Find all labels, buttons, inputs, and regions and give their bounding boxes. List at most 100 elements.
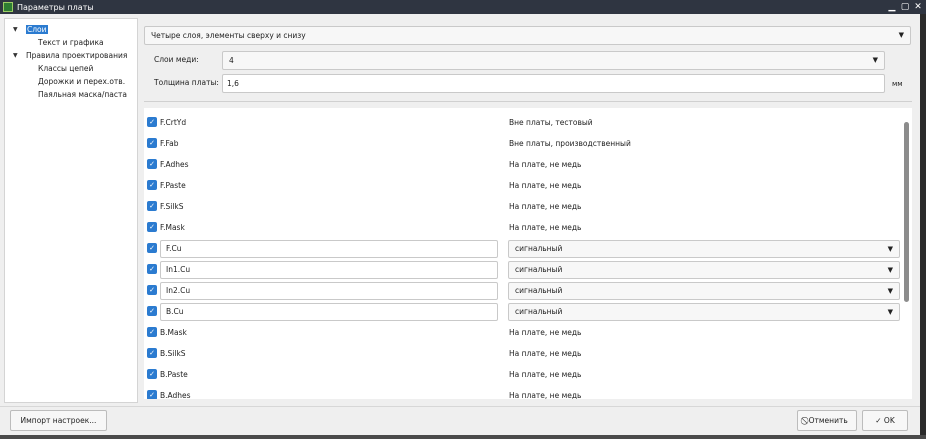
layer-enabled-checkbox[interactable]: ✓	[147, 159, 157, 169]
app-icon	[3, 2, 13, 12]
layer-type: На плате, не медь	[509, 370, 582, 379]
window-title: Параметры платы	[17, 2, 94, 12]
layer-type: На плате, не медь	[509, 202, 582, 211]
copper-layers-value: 4	[229, 56, 234, 65]
layer-type: На плате, не медь	[509, 223, 582, 232]
layer-type: На плате, не медь	[509, 160, 582, 169]
layer-enabled-checkbox[interactable]: ✓	[147, 243, 157, 253]
layer-name: F.Fab	[160, 139, 179, 148]
board-thickness-input[interactable]: 1,6	[222, 74, 885, 93]
layer-type: На плате, не медь	[509, 349, 582, 358]
layer-name: F.Paste	[160, 181, 186, 190]
layer-row: ✓ B.SilkS На плате, не медь	[144, 343, 901, 364]
divider	[144, 101, 912, 102]
layers-list: ✓ F.CrtYd Вне платы, тестовый ✓ F.Fab Вне пла…	[144, 108, 912, 399]
layer-name: F.SilkS	[160, 202, 184, 211]
layer-row: ✓ In2.Cu сигнальный ▼	[144, 280, 901, 301]
expand-arrow-icon[interactable]: ▼	[13, 24, 18, 35]
background-window	[920, 14, 926, 439]
layer-row: ✓ B.Cu сигнальный ▼	[144, 301, 901, 322]
chevron-down-icon: ▼	[887, 308, 893, 316]
layer-enabled-checkbox[interactable]: ✓	[147, 117, 157, 127]
tree-item[interactable]: Правила проектирования	[26, 50, 127, 61]
scrollbar-thumb[interactable]	[904, 122, 909, 302]
layer-type-value: сигнальный	[515, 265, 563, 274]
layer-name-input[interactable]: F.Cu	[160, 240, 498, 258]
settings-tree: ▼ Слои Текст и графика ▼ Правила проектирова…	[4, 18, 138, 403]
layer-enabled-checkbox[interactable]: ✓	[147, 369, 157, 379]
chevron-down-icon: ▼	[898, 31, 904, 39]
tree-item-label: Слои	[26, 25, 48, 34]
window-titlebar[interactable]: Параметры платы ▁ ▢ ✕	[0, 0, 926, 14]
layer-name: B.Adhes	[160, 391, 191, 399]
layer-enabled-checkbox[interactable]: ✓	[147, 201, 157, 211]
layer-enabled-checkbox[interactable]: ✓	[147, 327, 157, 337]
preset-value: Четыре слоя, элементы сверху и снизу	[151, 31, 306, 40]
copper-layers-label: Слои меди:	[154, 55, 199, 64]
layer-enabled-checkbox[interactable]: ✓	[147, 285, 157, 295]
layer-name-input[interactable]: In1.Cu	[160, 261, 498, 279]
tree-item[interactable]: Слои	[26, 24, 48, 35]
cancel-button[interactable]: ⃠ Отменить	[797, 410, 857, 431]
layer-row: ✓ F.Cu сигнальный ▼	[144, 238, 901, 259]
layer-name: B.Mask	[160, 328, 187, 337]
layer-name: F.CrtYd	[160, 118, 187, 127]
layer-enabled-checkbox[interactable]: ✓	[147, 348, 157, 358]
thickness-unit: мм	[892, 80, 903, 88]
minimize-icon[interactable]: ▁	[887, 2, 897, 12]
layer-type: На плате, не медь	[509, 328, 582, 337]
layer-type-select[interactable]: сигнальный ▼	[508, 303, 900, 321]
tree-item-label: Дорожки и перех.отв.	[38, 77, 126, 86]
chevron-down-icon: ▼	[872, 56, 878, 64]
layer-type: Вне платы, тестовый	[509, 118, 593, 127]
chevron-down-icon: ▼	[887, 245, 893, 253]
board-settings-dialog: ▼ Слои Текст и графика ▼ Правила проектирова…	[0, 14, 920, 435]
layer-type-select[interactable]: сигнальный ▼	[508, 261, 900, 279]
layer-row: ✓ F.Mask На плате, не медь	[144, 217, 901, 238]
layer-type-select[interactable]: сигнальный ▼	[508, 282, 900, 300]
tree-item[interactable]: Классы цепей	[38, 63, 93, 74]
layer-row: ✓ F.Fab Вне платы, производственный	[144, 133, 901, 154]
layer-name: B.SilkS	[160, 349, 186, 358]
background-window	[0, 435, 926, 439]
layer-type: На плате, не медь	[509, 391, 582, 399]
layer-row: ✓ B.Mask На плате, не медь	[144, 322, 901, 343]
layer-row: ✓ In1.Cu сигнальный ▼	[144, 259, 901, 280]
tree-item-label: Текст и графика	[38, 38, 104, 47]
chevron-down-icon: ▼	[887, 266, 893, 274]
layer-row: ✓ F.Paste На плате, не медь	[144, 175, 901, 196]
import-settings-button[interactable]: Импорт настроек...	[10, 410, 107, 431]
layer-type-value: сигнальный	[515, 286, 563, 295]
layer-enabled-checkbox[interactable]: ✓	[147, 264, 157, 274]
close-icon[interactable]: ✕	[913, 2, 923, 12]
layer-name-input[interactable]: B.Cu	[160, 303, 498, 321]
layer-type-value: сигнальный	[515, 307, 563, 316]
cancel-label: Отменить	[808, 416, 848, 425]
maximize-icon[interactable]: ▢	[900, 2, 910, 12]
tree-item-label: Паяльная маска/паста	[38, 90, 127, 99]
ok-button[interactable]: ✓ OK	[862, 410, 908, 431]
layer-enabled-checkbox[interactable]: ✓	[147, 306, 157, 316]
layer-row: ✓ B.Adhes На плате, не медь	[144, 385, 901, 399]
layer-enabled-checkbox[interactable]: ✓	[147, 138, 157, 148]
layer-type: Вне платы, производственный	[509, 139, 631, 148]
tree-item[interactable]: Текст и графика	[38, 37, 104, 48]
layer-type: На плате, не медь	[509, 181, 582, 190]
layer-type-value: сигнальный	[515, 244, 563, 253]
preset-select[interactable]: Четыре слоя, элементы сверху и снизу ▼	[144, 26, 911, 45]
divider	[0, 406, 920, 407]
layer-name: F.Mask	[160, 223, 185, 232]
layer-enabled-checkbox[interactable]: ✓	[147, 390, 157, 399]
layer-enabled-checkbox[interactable]: ✓	[147, 222, 157, 232]
layers-scrollbar[interactable]	[903, 120, 910, 411]
copper-layers-select[interactable]: 4 ▼	[222, 51, 885, 70]
tree-item[interactable]: Дорожки и перех.отв.	[38, 76, 125, 87]
expand-arrow-icon[interactable]: ▼	[13, 50, 18, 61]
layer-row: ✓ B.Paste На плате, не медь	[144, 364, 901, 385]
layer-type-select[interactable]: сигнальный ▼	[508, 240, 900, 258]
layer-row: ✓ F.SilkS На плате, не медь	[144, 196, 901, 217]
layer-name-input[interactable]: In2.Cu	[160, 282, 498, 300]
tree-item[interactable]: Паяльная маска/паста	[38, 89, 127, 100]
layer-enabled-checkbox[interactable]: ✓	[147, 180, 157, 190]
layer-row: ✓ F.CrtYd Вне платы, тестовый	[144, 112, 901, 133]
